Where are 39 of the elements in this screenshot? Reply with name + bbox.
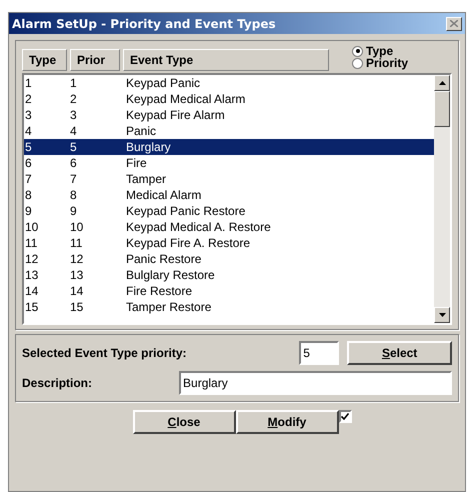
scroll-down-button[interactable] [434,307,450,323]
description-field[interactable]: Burglary [179,371,452,395]
list-row[interactable]: 5 5 Burglary [24,139,434,155]
radio-label: Type [366,45,394,57]
scrollbar[interactable] [434,75,450,323]
list-row[interactable]: 2 2 Keypad Medical Alarm [24,91,434,107]
list-row[interactable]: 14 14 Fire Restore [24,283,434,299]
list-row[interactable]: 4 4 Panic [24,123,434,139]
column-header: Event Type [123,49,329,71]
list-row[interactable]: 12 12 Panic Restore [24,251,434,267]
close-icon [450,20,458,27]
down-arrow-icon [438,313,446,317]
column-header: Prior [70,49,120,71]
list-row[interactable]: 7 7 Tamper [24,171,434,187]
list-row[interactable]: 3 3 Keypad Fire Alarm [24,107,434,123]
list-row[interactable]: 15 15 Tamper Restore [24,299,434,315]
radio-button[interactable] [352,58,363,68]
radio-label: Priority [366,57,408,69]
close-dialog-button[interactable]: Close [132,410,236,434]
modify-checkbox[interactable] [338,410,352,423]
list-row[interactable]: 11 11 Keypad Fire A. Restore [24,235,434,251]
window-title: Alarm SetUp - Priority and Event Types [12,16,276,32]
scroll-thumb[interactable] [434,91,450,127]
list-row[interactable]: 13 13 Bulglary Restore [24,267,434,283]
up-arrow-icon [438,81,446,85]
list-row[interactable]: 10 10 Keypad Medical A. Restore [24,219,434,235]
close-button[interactable] [446,16,462,30]
list-row[interactable]: 9 9 Keypad Panic Restore [24,203,434,219]
radio-button[interactable] [352,46,363,56]
list-row[interactable]: 8 8 Medical Alarm [24,187,434,203]
priority-label: Selected Event Type priority: [22,345,188,362]
description-label: Description: [22,375,94,392]
modify-button[interactable]: Modify [236,410,338,434]
select-button[interactable]: Select [347,341,452,365]
list-row[interactable]: 6 6 Fire [24,155,434,171]
priority-field[interactable]: 5 [299,341,340,365]
scroll-up-button[interactable] [434,75,450,91]
column-header: Type [22,49,67,71]
list-row[interactable]: 1 1 Keypad Panic [24,75,434,91]
